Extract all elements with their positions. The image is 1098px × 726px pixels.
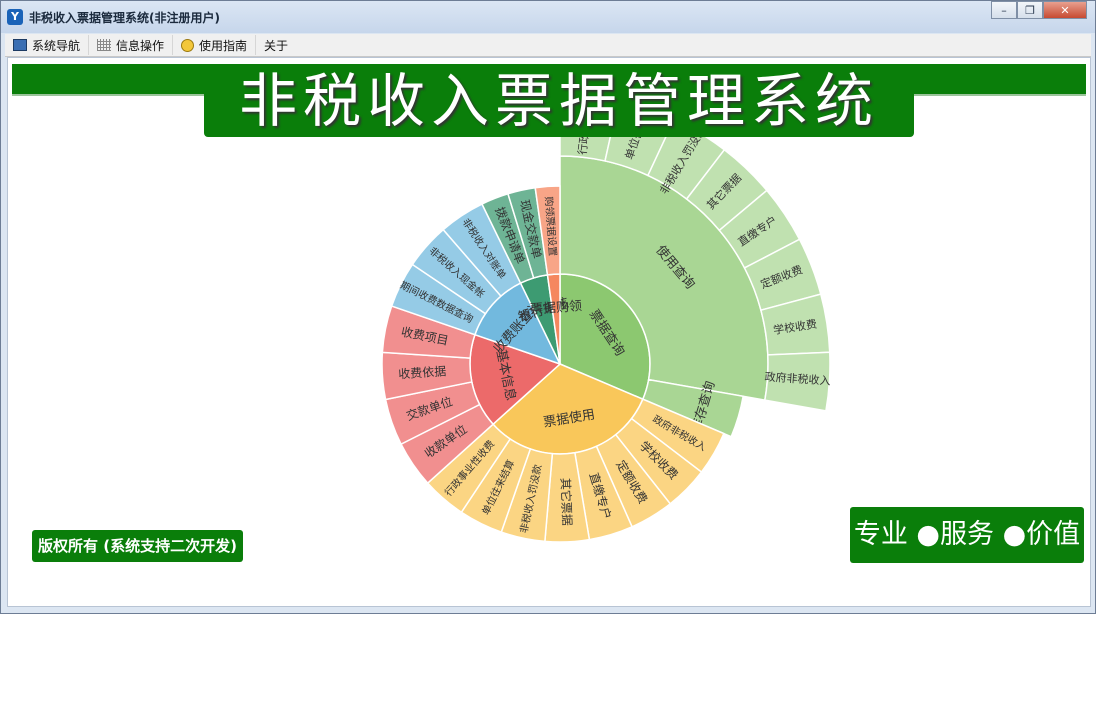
minimize-button[interactable]: – xyxy=(991,1,1017,19)
slogan-badge: 专业 ●服务 ●价值 xyxy=(850,507,1084,563)
app-icon: Y xyxy=(7,9,23,25)
menu-info-ops[interactable]: 信息操作 xyxy=(91,35,174,55)
help-icon xyxy=(181,38,195,52)
title-bar: Y 非税收入票据管理系统(非注册用户) – ❐ ✕ xyxy=(1,1,1095,33)
app-window: Y 非税收入票据管理系统(非注册用户) – ❐ ✕ 系统导航 信息操作 使用指南… xyxy=(0,0,1096,614)
menu-system-nav[interactable]: 系统导航 xyxy=(7,35,90,55)
menu-label: 系统导航 xyxy=(32,38,81,53)
menu-user-guide[interactable]: 使用指南 xyxy=(175,35,257,55)
menu-bar: 系统导航 信息操作 使用指南 关于 xyxy=(5,34,1091,57)
menu-label: 使用指南 xyxy=(199,38,248,53)
menu-label: 关于 xyxy=(264,38,289,53)
main-area: 票据查询使用查询库存查询行政事业性单位往来非税收入罚没款其它票据直缴专户定额收费… xyxy=(7,57,1091,607)
sunburst-mid-label: 其它票据 xyxy=(558,478,575,527)
grid-icon xyxy=(97,39,112,51)
banner-title: 非税收入票据管理系统 xyxy=(204,67,914,137)
window-controls: – ❐ ✕ xyxy=(991,1,1087,21)
copyright-badge: 版权所有 (系统支持二次开发) xyxy=(32,530,243,562)
restore-button[interactable]: ❐ xyxy=(1017,1,1043,19)
window-title: 非税收入票据管理系统(非注册用户) xyxy=(29,11,220,25)
menu-label: 信息操作 xyxy=(116,38,165,53)
menu-about[interactable]: 关于 xyxy=(258,35,297,55)
monitor-icon xyxy=(13,39,27,51)
close-button[interactable]: ✕ xyxy=(1043,1,1087,19)
